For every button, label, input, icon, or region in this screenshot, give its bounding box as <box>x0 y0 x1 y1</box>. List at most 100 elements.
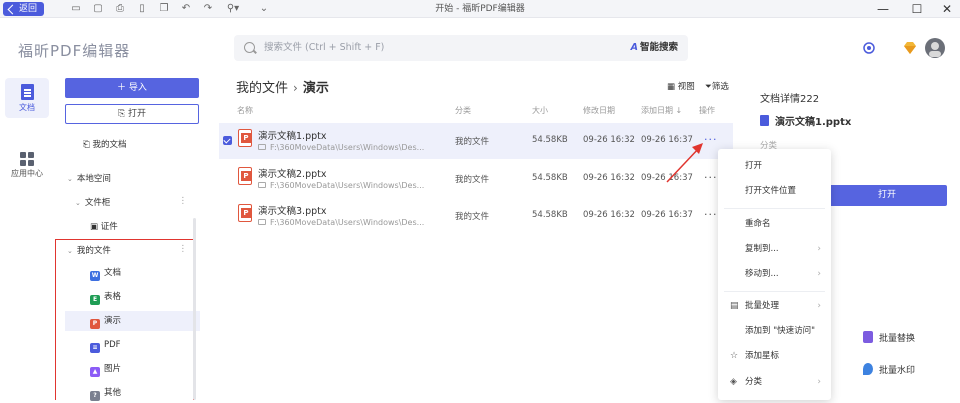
pptx-file-icon <box>238 129 252 147</box>
maximize-button[interactable]: ☐ <box>902 0 932 18</box>
menu-item-add-quick-access[interactable]: 添加到 "快速访问" <box>718 319 831 344</box>
app-name: 福昕PDF编辑器 <box>18 42 131 60</box>
file-category: 我的文件 <box>455 212 490 222</box>
pptx-file-icon <box>238 204 252 222</box>
rail-item-label: 应用中心 <box>11 169 43 178</box>
file-path-text: F:\360MoveData\Users\Windows\Des... <box>270 143 425 152</box>
menu-divider <box>724 208 825 209</box>
sidebar-item-local-space[interactable]: ⌄ 本地空间 <box>67 172 111 184</box>
certificate-label: 证件 <box>100 222 118 232</box>
detail-open-label: 打开 <box>877 190 896 200</box>
vip-diamond-icon[interactable] <box>902 40 918 56</box>
pptx-file-icon <box>238 167 252 185</box>
document-icon <box>760 115 769 126</box>
menu-item-open-location[interactable]: 打开文件位置 <box>718 179 831 204</box>
layers-icon: ◈ <box>730 377 737 387</box>
view-button[interactable]: ▦ 视图 <box>667 80 695 92</box>
row-checkbox[interactable] <box>223 136 232 145</box>
import-button[interactable]: ＋ 导入 <box>65 78 199 98</box>
chevron-right-icon: › <box>293 81 298 95</box>
more-vertical-icon[interactable]: ⋮ <box>179 196 188 206</box>
folder-label: 文件柜 <box>84 198 111 208</box>
menu-item-label: 分类 <box>745 377 763 387</box>
open-button[interactable]: ⎘ 打开 <box>65 104 199 124</box>
detail-file-name: 演示文稿1.pptx <box>775 117 852 128</box>
window-title: 开始 - 福昕PDF编辑器 <box>435 4 525 14</box>
file-modified: 09-26 16:32 <box>583 135 635 145</box>
breadcrumb-parent[interactable]: 我的文件 <box>236 81 288 96</box>
file-path-text: F:\360MoveData\Users\Windows\Des... <box>270 218 425 227</box>
batch-watermark-tool[interactable]: 批量水印 <box>863 363 915 376</box>
more-actions-icon[interactable]: ··· <box>704 171 718 184</box>
batch-icon: ▤ <box>730 301 739 311</box>
my-docs-icon: ⎗ <box>83 140 90 150</box>
column-header-added[interactable]: 添加日期 ↓ <box>641 105 682 116</box>
filter-button[interactable]: ⏷筛选 <box>705 80 729 92</box>
avatar[interactable] <box>925 38 945 58</box>
menu-item-batch[interactable]: ▤ 批量处理 › <box>718 294 831 319</box>
menu-item-rename[interactable]: 重命名 <box>718 212 831 237</box>
more-actions-icon[interactable]: ··· <box>704 208 718 221</box>
detail-open-button[interactable]: 打开 <box>827 185 947 206</box>
close-button[interactable]: ✕ <box>932 0 960 18</box>
open-file-icon: ⎘ <box>117 109 126 119</box>
rail-item-app-center[interactable]: 应用中心 <box>5 146 49 186</box>
folder-icon <box>258 182 266 188</box>
open-label: 打开 <box>128 109 147 119</box>
menu-item-open[interactable]: 打开 <box>718 154 831 179</box>
tool-label: 批量水印 <box>879 366 916 376</box>
menu-item-label: 复制到... <box>745 244 779 254</box>
file-list-panel: 我的文件 › 演示 ▦ 视图 ⏷筛选 名称 分类 大小 修改日期 添加日期 ↓ 操作… <box>200 72 745 400</box>
file-added: 09-26 16:37 <box>641 173 693 183</box>
minimize-button[interactable]: — <box>868 0 898 18</box>
folder-icon <box>258 144 266 150</box>
sidebar-item-my-docs[interactable]: ⎗ 我的文档 <box>83 138 127 150</box>
filter-label: 筛选 <box>711 82 729 92</box>
sidebar-item-certificate[interactable]: ▣ 证件 <box>90 220 118 232</box>
file-path: F:\360MoveData\Users\Windows\Des... <box>258 218 424 227</box>
chevron-down-icon: ⌄ <box>67 175 73 183</box>
settings-icon[interactable] <box>862 41 876 55</box>
search-bar[interactable]: 搜索文件 (Ctrl + Shift + F) A 智能搜索 <box>234 35 688 61</box>
menu-item-copy-to[interactable]: 复制到... › <box>718 237 831 262</box>
ai-search-icon: A <box>630 42 638 53</box>
detail-file: 演示文稿1.pptx <box>760 113 851 128</box>
sidebar-scrollbar[interactable] <box>193 218 196 400</box>
minimize-icon: — <box>877 2 889 16</box>
menu-item-label: 添加星标 <box>745 351 780 361</box>
table-row[interactable]: 演示文稿3.pptx F:\360MoveData\Users\Windows\… <box>219 198 733 234</box>
rail-item-documents[interactable]: 文档 <box>5 78 49 118</box>
table-row[interactable]: 演示文稿1.pptx F:\360MoveData\Users\Windows\… <box>219 123 733 159</box>
tool-label: 批量替换 <box>879 334 916 344</box>
file-name: 演示文稿2.pptx <box>258 169 327 180</box>
batch-replace-tool[interactable]: 批量替换 <box>863 331 915 344</box>
menu-item-label: 打开 <box>745 161 763 171</box>
file-path: F:\360MoveData\Users\Windows\Des... <box>258 181 424 190</box>
menu-item-label: 重命名 <box>745 219 771 229</box>
column-header-size[interactable]: 大小 <box>532 105 548 116</box>
column-header-name[interactable]: 名称 <box>237 105 253 116</box>
file-name: 演示文稿1.pptx <box>258 131 327 142</box>
rail-item-label: 文档 <box>19 103 35 112</box>
document-icon <box>20 84 34 100</box>
table-row[interactable]: 演示文稿2.pptx F:\360MoveData\Users\Windows\… <box>219 161 733 197</box>
search-input[interactable]: 搜索文件 (Ctrl + Shift + F) <box>264 35 384 61</box>
search-icon <box>244 42 255 53</box>
menu-item-move-to[interactable]: 移动到... › <box>718 262 831 287</box>
column-header-modified[interactable]: 修改日期 <box>583 105 615 116</box>
column-header-category[interactable]: 分类 <box>455 105 471 116</box>
menu-item-add-star[interactable]: ☆ 添加星标 <box>718 344 831 369</box>
file-added: 09-26 16:37 <box>641 135 693 145</box>
chevron-right-icon: › <box>817 301 821 311</box>
title-bar: 返回 ▭ ▢ ⎙ ▯ ❐ ↶ ↷ ⚲▾ ⌄ 开始 - 福昕PDF编辑器 — ☐ … <box>0 0 960 18</box>
chevron-right-icon: › <box>817 269 821 279</box>
chevron-right-icon: › <box>817 244 821 254</box>
app-header: 福昕PDF编辑器 搜索文件 (Ctrl + Shift + F) A 智能搜索 <box>0 18 960 72</box>
ai-search-button[interactable]: A 智能搜索 <box>631 35 678 61</box>
my-docs-label: 我的文档 <box>92 140 127 150</box>
sidebar-item-folder[interactable]: ⌄ 文件柜 ⋮ <box>75 196 187 208</box>
menu-divider <box>724 291 825 292</box>
menu-item-category[interactable]: ◈ 分类 › <box>718 370 831 395</box>
more-actions-icon[interactable]: ··· <box>704 133 718 146</box>
maximize-icon: ☐ <box>911 2 923 16</box>
